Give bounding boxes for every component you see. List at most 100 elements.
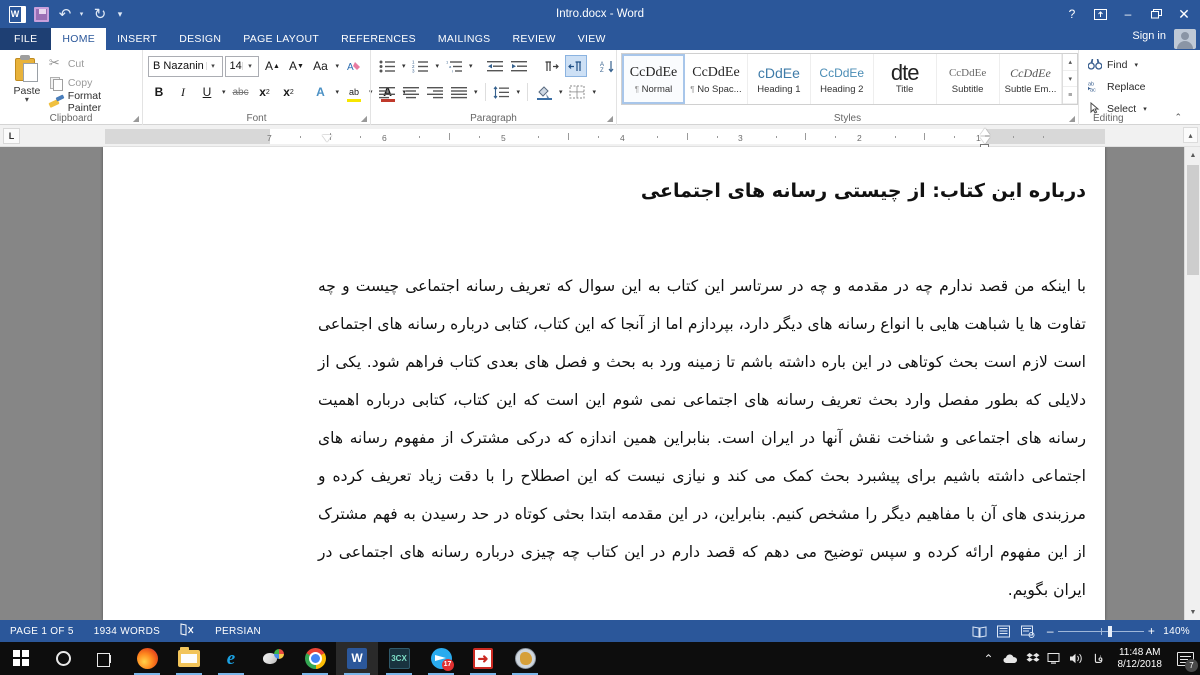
save-icon[interactable] — [30, 3, 52, 25]
taskbar-3cx[interactable]: 3CX — [378, 642, 420, 675]
chevron-down-icon[interactable]: ▾ — [467, 62, 475, 70]
task-view-button[interactable] — [84, 642, 126, 675]
dropbox-icon[interactable] — [1022, 642, 1044, 675]
vertical-scrollbar[interactable]: ▲ ▼ — [1184, 147, 1200, 620]
avatar[interactable] — [1174, 29, 1196, 49]
network-icon[interactable] — [1044, 642, 1066, 675]
proofing-errors-icon[interactable] — [170, 623, 205, 639]
cut-button[interactable]: Cut — [49, 55, 137, 72]
grow-font-button[interactable]: A ▲ — [261, 55, 283, 77]
scroll-down-icon[interactable]: ▼ — [1185, 604, 1200, 620]
language-status[interactable]: PERSIAN — [205, 626, 271, 637]
restore-button[interactable] — [1142, 1, 1170, 27]
style-heading-1[interactable]: cDdEe Heading 1 — [748, 54, 811, 104]
style-subtitle[interactable]: CcDdEe Subtitle — [937, 54, 1000, 104]
replace-button[interactable]: ab ac Replace — [1084, 78, 1183, 96]
chevron-down-icon[interactable]: ▾ — [334, 88, 342, 96]
zoom-out-button[interactable]: – — [1047, 624, 1054, 638]
chevron-down-icon[interactable]: ▾ — [434, 62, 442, 70]
right-to-left-text-button[interactable] — [564, 55, 587, 77]
scroll-up-icon[interactable]: ▲ — [1185, 147, 1200, 163]
tab-page-layout[interactable]: PAGE LAYOUT — [232, 28, 330, 50]
align-left-button[interactable] — [376, 81, 398, 103]
taskbar-acrobat[interactable]: ➜ — [462, 642, 504, 675]
horizontal-ruler[interactable]: 7 6 5 4 3 2 1 — [105, 128, 1105, 150]
chevron-down-icon[interactable]: ▾ — [1132, 61, 1140, 69]
chevron-down-icon[interactable]: ▾ — [591, 88, 599, 96]
undo-dropdown-icon[interactable]: ▾ — [78, 3, 87, 25]
word-count-status[interactable]: 1934 WORDS — [84, 626, 170, 637]
borders-button[interactable] — [567, 81, 589, 103]
document-canvas[interactable]: درباره این کتاب: از چیستی رسانه های اجتم… — [0, 147, 1200, 620]
clock[interactable]: 11:48 AM 8/12/2018 — [1110, 647, 1171, 671]
web-layout-button[interactable] — [1017, 622, 1039, 640]
zoom-slider[interactable]: – + — [1041, 624, 1161, 638]
document-page[interactable]: درباره این کتاب: از چیستی رسانه های اجتم… — [103, 147, 1105, 620]
taskbar-telegram[interactable]: 17 — [420, 642, 462, 675]
align-center-button[interactable] — [400, 81, 422, 103]
shading-button[interactable] — [533, 81, 555, 103]
style-heading-2[interactable]: CcDdEe Heading 2 — [811, 54, 874, 104]
action-center-button[interactable]: 7 — [1170, 642, 1200, 675]
zoom-level-label[interactable]: 140% — [1163, 626, 1196, 637]
chevron-down-icon[interactable]: ▾ — [205, 62, 220, 70]
bold-button[interactable]: B — [148, 81, 170, 103]
tab-file[interactable]: FILE — [0, 28, 52, 50]
change-case-button[interactable]: Aa — [309, 55, 331, 77]
first-line-indent-marker[interactable] — [322, 135, 332, 142]
minimize-button[interactable]: – — [1114, 1, 1142, 27]
language-indicator[interactable]: فا — [1088, 642, 1110, 675]
styles-more-button[interactable]: ≡ — [1063, 87, 1077, 105]
style-no-spacing[interactable]: CcDdEe ¶ No Spac... — [685, 54, 748, 104]
find-button[interactable]: Find ▾ — [1084, 56, 1183, 74]
clipboard-dialog-launcher-icon[interactable]: ◢ — [133, 114, 139, 123]
hanging-indent-marker-top[interactable] — [980, 128, 990, 135]
taskbar-firefox[interactable] — [126, 642, 168, 675]
font-name-combo[interactable]: B Nazanin ▾ — [148, 55, 223, 77]
read-mode-button[interactable] — [969, 622, 991, 640]
scrollbar-thumb[interactable] — [1187, 165, 1199, 275]
collapse-ribbon-button[interactable]: ⌃ — [1174, 112, 1182, 123]
font-size-combo[interactable]: 14 ▾ — [224, 55, 260, 77]
page-number-status[interactable]: PAGE 1 OF 5 — [0, 626, 84, 637]
clear-formatting-button[interactable]: A — [343, 55, 365, 77]
tab-references[interactable]: REFERENCES — [330, 28, 427, 50]
text-effects-button[interactable]: A — [310, 81, 332, 103]
underline-button[interactable]: U — [196, 81, 218, 103]
tab-mailings[interactable]: MAILINGS — [427, 28, 502, 50]
chevron-down-icon[interactable]: ▾ — [242, 62, 256, 70]
zoom-thumb[interactable] — [1107, 625, 1112, 637]
styles-scroll-up-button[interactable]: ▴ — [1063, 54, 1077, 71]
help-button[interactable]: ? — [1058, 1, 1086, 27]
subscript-button[interactable]: x2 — [254, 81, 276, 103]
italic-button[interactable]: I — [172, 81, 194, 103]
taskbar-globe-app[interactable] — [504, 642, 546, 675]
font-dialog-launcher-icon[interactable]: ◢ — [361, 114, 367, 123]
ribbon-display-options-icon[interactable] — [1086, 1, 1114, 27]
paragraph-dialog-launcher-icon[interactable]: ◢ — [607, 114, 613, 123]
chevron-down-icon[interactable]: ▾ — [515, 88, 523, 96]
tab-review[interactable]: REVIEW — [501, 28, 566, 50]
line-spacing-button[interactable] — [491, 81, 513, 103]
customize-qat-icon[interactable]: ▾ — [113, 3, 129, 25]
text-highlight-button[interactable]: ab — [343, 81, 365, 103]
superscript-button[interactable]: x2 — [278, 81, 300, 103]
style-subtle-emphasis[interactable]: CcDdEe Subtle Em... — [1000, 54, 1063, 104]
style-title[interactable]: dte Title — [874, 54, 937, 104]
tab-stop-selector[interactable]: L — [3, 128, 20, 144]
left-to-right-text-button[interactable] — [541, 55, 563, 77]
multilevel-list-button[interactable]: 1ai — [443, 55, 465, 77]
chevron-down-icon[interactable]: ▾ — [1141, 105, 1149, 113]
undo-icon[interactable]: ↶ — [54, 3, 76, 25]
strikethrough-button[interactable]: abc — [230, 81, 252, 103]
chevron-down-icon[interactable]: ▾ — [333, 62, 341, 70]
chevron-down-icon[interactable]: ▾ — [472, 88, 480, 96]
numbering-button[interactable]: 123 — [410, 55, 432, 77]
taskbar-paint[interactable] — [252, 642, 294, 675]
redo-icon[interactable]: ↻ — [89, 3, 111, 25]
chevron-down-icon[interactable]: ▾ — [557, 88, 565, 96]
decrease-indent-button[interactable] — [485, 55, 507, 77]
taskbar-internet-explorer[interactable]: e — [210, 642, 252, 675]
zoom-track[interactable] — [1057, 625, 1144, 637]
shrink-font-button[interactable]: A ▼ — [285, 55, 307, 77]
